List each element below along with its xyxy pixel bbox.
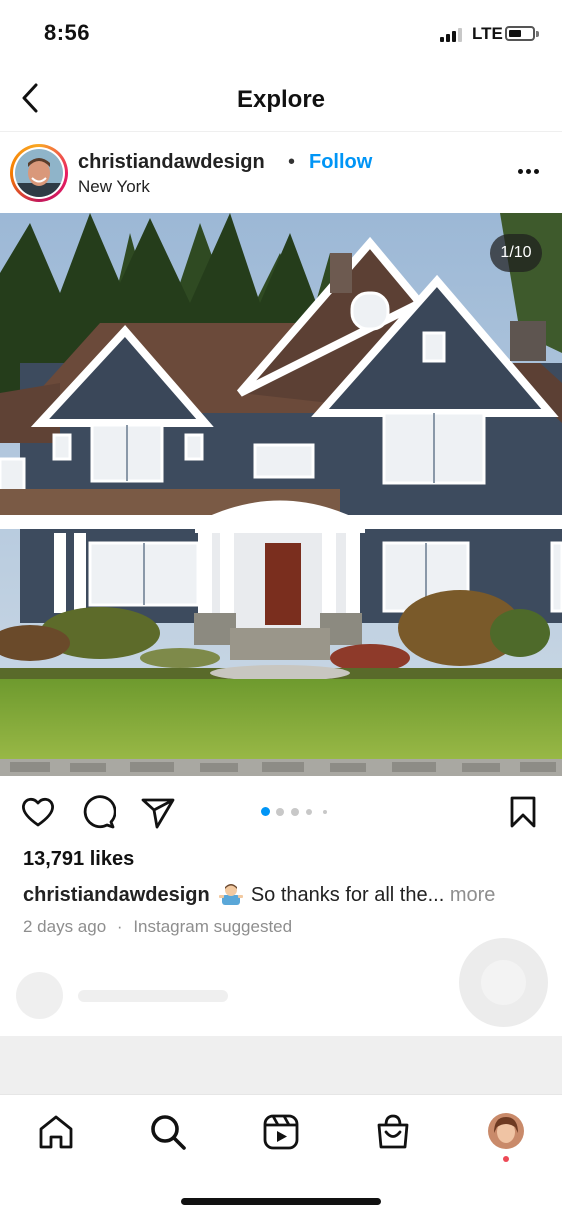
post-username[interactable]: christiandawdesign bbox=[78, 151, 265, 174]
caption-more-link[interactable]: more bbox=[450, 884, 496, 906]
follow-button[interactable]: Follow bbox=[309, 151, 372, 174]
skeleton-line bbox=[78, 990, 228, 1002]
person-shrugging-emoji-icon bbox=[219, 884, 244, 905]
heart-icon[interactable] bbox=[20, 794, 56, 830]
network-label: LTE bbox=[472, 24, 503, 43]
suggested-label: Instagram suggested bbox=[133, 917, 293, 936]
post-time: 2 days ago bbox=[23, 917, 107, 936]
divider-band bbox=[0, 1036, 562, 1094]
caption: christiandawdesign So thanks for all the… bbox=[23, 881, 495, 907]
avatar[interactable] bbox=[10, 144, 68, 202]
caption-text: So thanks for all the... bbox=[250, 884, 445, 906]
page-title: Explore bbox=[236, 86, 326, 113]
share-icon[interactable] bbox=[140, 794, 176, 830]
notification-dot bbox=[503, 1156, 509, 1162]
post-meta: 2 days ago · Instagram suggested bbox=[23, 917, 292, 937]
post-header: christiandawdesign • Follow New York bbox=[0, 133, 562, 213]
separator-dot: • bbox=[288, 151, 296, 173]
battery-icon bbox=[505, 26, 539, 41]
bookmark-icon[interactable] bbox=[505, 794, 541, 830]
comment-icon[interactable] bbox=[80, 794, 116, 830]
search-icon[interactable] bbox=[149, 1113, 187, 1151]
profile-avatar bbox=[488, 1113, 524, 1149]
home-icon[interactable] bbox=[37, 1113, 75, 1151]
shop-icon[interactable] bbox=[374, 1113, 412, 1151]
skeleton-avatar bbox=[16, 972, 63, 1019]
post-actions bbox=[0, 776, 562, 846]
image-counter-badge: 1/10 bbox=[490, 234, 542, 272]
more-horizontal-icon[interactable] bbox=[514, 167, 542, 177]
signal-icon bbox=[440, 26, 466, 42]
house-photo bbox=[0, 213, 562, 776]
status-time: 8:56 bbox=[44, 20, 91, 45]
likes-count[interactable]: 13,791 likes bbox=[23, 848, 134, 871]
reels-icon[interactable] bbox=[262, 1113, 300, 1151]
post-image[interactable] bbox=[0, 213, 562, 776]
post-location[interactable]: New York bbox=[78, 177, 150, 197]
loading-circle bbox=[459, 938, 548, 1027]
avatar-photo bbox=[15, 149, 63, 197]
profile-icon[interactable] bbox=[488, 1113, 524, 1149]
top-nav: Explore bbox=[0, 64, 562, 132]
meta-separator: · bbox=[116, 917, 123, 936]
carousel-indicator bbox=[261, 807, 331, 817]
caption-username[interactable]: christiandawdesign bbox=[23, 884, 210, 906]
status-bar: 8:56 LTE bbox=[0, 0, 562, 64]
home-indicator bbox=[181, 1198, 381, 1205]
